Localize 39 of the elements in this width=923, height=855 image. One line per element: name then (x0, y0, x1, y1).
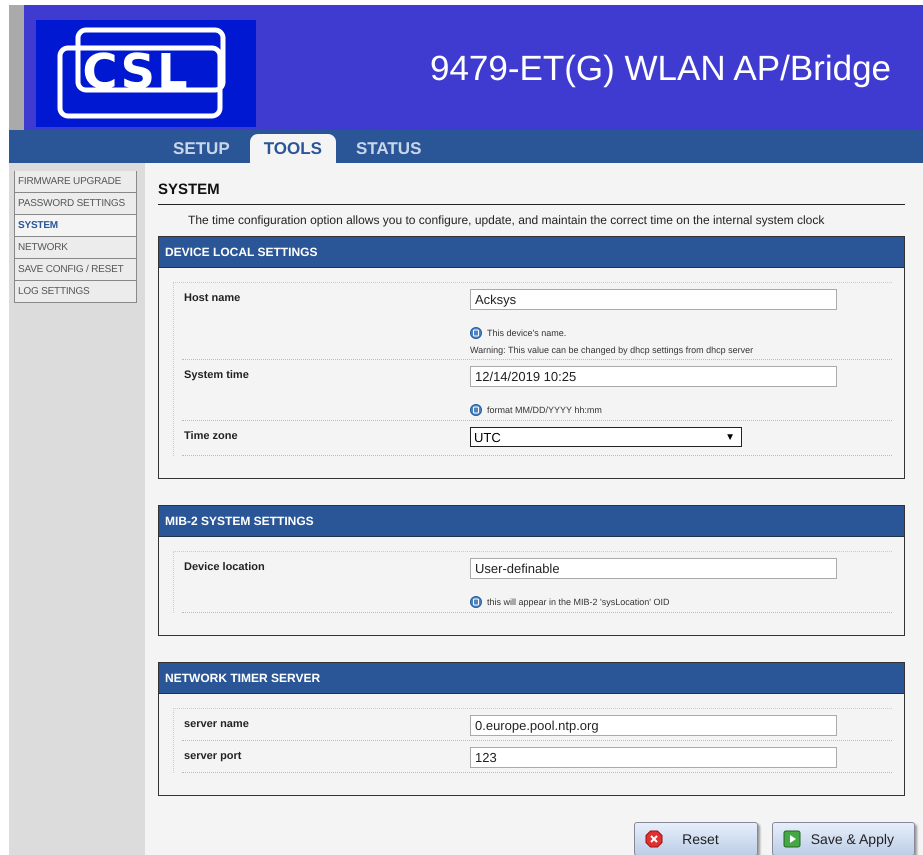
nav-tab[interactable]: TOOLS (250, 134, 336, 163)
page-title: SYSTEM (158, 173, 905, 205)
input-field[interactable]: 12/14/2019 10:25 (470, 366, 837, 387)
dropdown[interactable]: UTC ▼ (470, 427, 742, 447)
help-icon (470, 404, 482, 416)
input-field[interactable]: Acksys (470, 289, 837, 310)
help-text: this will appear in the MIB-2 'sysLocation' OID (487, 597, 670, 607)
section-header: DEVICE LOCAL SETTINGS (159, 237, 904, 268)
input-field[interactable]: 123 (470, 747, 837, 768)
input-field[interactable]: User-definable (470, 558, 837, 579)
field-label: System time (183, 368, 250, 383)
product-title: 9479-ET(G) WLAN AP/Bridge (429, 48, 892, 90)
input-field[interactable]: 0.europe.pool.ntp.org (470, 715, 837, 736)
warning-text: Warning: This value can be changed by dhcp settings from dhcp server (470, 345, 754, 355)
section-header: NETWORK TIMER SERVER (159, 663, 904, 694)
field-label: Device location (183, 560, 266, 575)
save-apply-button[interactable]: Save & Apply (772, 822, 915, 855)
help-icon (470, 327, 482, 339)
help-text: This device's name. (487, 328, 566, 338)
section-header: MIB-2 SYSTEM SETTINGS (159, 506, 904, 537)
page-description: The time configuration option allows you to configure, update, and maintain the correct time on the internal system clock (188, 213, 826, 227)
sidebar-item[interactable]: SAVE CONFIG / RESET (14, 259, 137, 281)
play-icon (782, 830, 801, 848)
reset-button[interactable]: Reset (634, 822, 758, 855)
sidebar-item[interactable]: PASSWORD SETTINGS (14, 193, 137, 215)
stop-icon (644, 830, 663, 848)
logo: CSL (36, 20, 256, 127)
nav-tab[interactable]: SETUP (159, 134, 244, 163)
help-icon (470, 596, 482, 608)
field-label: Host name (183, 291, 242, 306)
field-label: server name (183, 717, 250, 732)
sidebar-item[interactable]: LOG SETTINGS (14, 281, 137, 303)
help-text: format MM/DD/YYYY hh:mm (487, 405, 602, 415)
nav-tab[interactable]: STATUS (342, 134, 436, 163)
sidebar-item[interactable]: SYSTEM (14, 215, 137, 237)
sidebar-item[interactable]: NETWORK (14, 237, 137, 259)
field-label: server port (183, 749, 242, 764)
field-label: Time zone (183, 429, 239, 444)
sidebar-item[interactable]: FIRMWARE UPGRADE (14, 171, 137, 193)
